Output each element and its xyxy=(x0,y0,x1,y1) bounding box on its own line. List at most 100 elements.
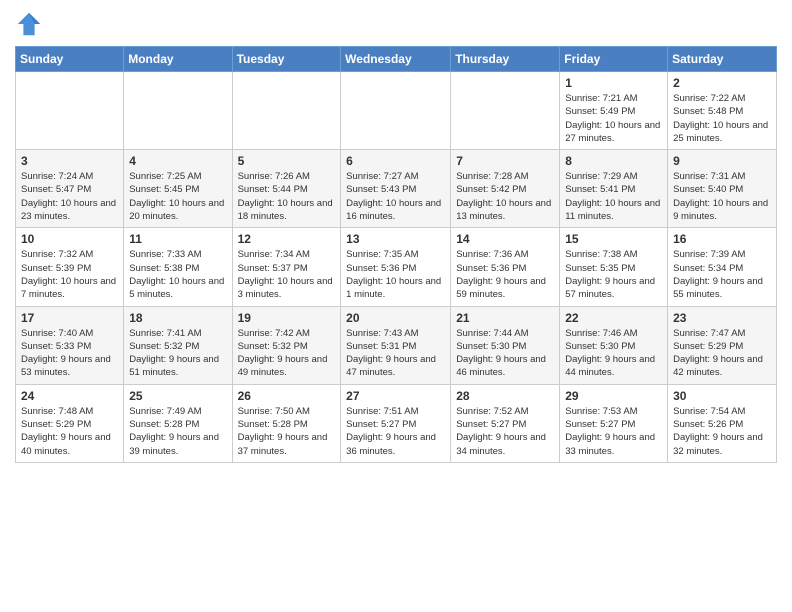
day-number: 26 xyxy=(238,389,336,403)
week-row-3: 17 Sunrise: 7:40 AMSunset: 5:33 PMDayligh… xyxy=(16,306,777,384)
day-info: Sunrise: 7:53 AMSunset: 5:27 PMDaylight:… xyxy=(565,405,662,458)
day-info: Sunrise: 7:48 AMSunset: 5:29 PMDaylight:… xyxy=(21,405,118,458)
calendar-header-row: SundayMondayTuesdayWednesdayThursdayFrid… xyxy=(16,47,777,72)
day-info: Sunrise: 7:51 AMSunset: 5:27 PMDaylight:… xyxy=(346,405,445,458)
day-number: 28 xyxy=(456,389,554,403)
day-cell: 9 Sunrise: 7:31 AMSunset: 5:40 PMDaylight… xyxy=(668,150,777,228)
day-cell: 25 Sunrise: 7:49 AMSunset: 5:28 PMDayligh… xyxy=(124,384,232,462)
day-number: 17 xyxy=(21,311,118,325)
day-number: 13 xyxy=(346,232,445,246)
day-cell: 18 Sunrise: 7:41 AMSunset: 5:32 PMDayligh… xyxy=(124,306,232,384)
day-cell: 8 Sunrise: 7:29 AMSunset: 5:41 PMDaylight… xyxy=(560,150,668,228)
day-cell: 23 Sunrise: 7:47 AMSunset: 5:29 PMDayligh… xyxy=(668,306,777,384)
day-cell xyxy=(16,72,124,150)
day-info: Sunrise: 7:50 AMSunset: 5:28 PMDaylight:… xyxy=(238,405,336,458)
header-friday: Friday xyxy=(560,47,668,72)
day-info: Sunrise: 7:31 AMSunset: 5:40 PMDaylight:… xyxy=(673,170,771,223)
day-number: 10 xyxy=(21,232,118,246)
day-number: 2 xyxy=(673,76,771,90)
day-cell: 16 Sunrise: 7:39 AMSunset: 5:34 PMDayligh… xyxy=(668,228,777,306)
day-info: Sunrise: 7:27 AMSunset: 5:43 PMDaylight:… xyxy=(346,170,445,223)
header-saturday: Saturday xyxy=(668,47,777,72)
day-cell: 15 Sunrise: 7:38 AMSunset: 5:35 PMDayligh… xyxy=(560,228,668,306)
day-info: Sunrise: 7:41 AMSunset: 5:32 PMDaylight:… xyxy=(129,327,226,380)
day-info: Sunrise: 7:35 AMSunset: 5:36 PMDaylight:… xyxy=(346,248,445,301)
day-info: Sunrise: 7:54 AMSunset: 5:26 PMDaylight:… xyxy=(673,405,771,458)
day-cell: 21 Sunrise: 7:44 AMSunset: 5:30 PMDayligh… xyxy=(451,306,560,384)
day-info: Sunrise: 7:32 AMSunset: 5:39 PMDaylight:… xyxy=(21,248,118,301)
logo xyxy=(15,10,47,38)
week-row-4: 24Sunrise: 7:48 AMSunset: 5:29 PMDayligh… xyxy=(16,384,777,462)
day-info: Sunrise: 7:47 AMSunset: 5:29 PMDaylight:… xyxy=(673,327,771,380)
week-row-2: 10 Sunrise: 7:32 AMSunset: 5:39 PMDayligh… xyxy=(16,228,777,306)
day-info: Sunrise: 7:36 AMSunset: 5:36 PMDaylight:… xyxy=(456,248,554,301)
day-info: Sunrise: 7:26 AMSunset: 5:44 PMDaylight:… xyxy=(238,170,336,223)
day-number: 9 xyxy=(673,154,771,168)
day-number: 12 xyxy=(238,232,336,246)
week-row-1: 3 Sunrise: 7:24 AMSunset: 5:47 PMDaylight… xyxy=(16,150,777,228)
day-number: 23 xyxy=(673,311,771,325)
day-cell: 11 Sunrise: 7:33 AMSunset: 5:38 PMDayligh… xyxy=(124,228,232,306)
day-info: Sunrise: 7:46 AMSunset: 5:30 PMDaylight:… xyxy=(565,327,662,380)
day-info: Sunrise: 7:33 AMSunset: 5:38 PMDaylight:… xyxy=(129,248,226,301)
day-number: 11 xyxy=(129,232,226,246)
day-info: Sunrise: 7:44 AMSunset: 5:30 PMDaylight:… xyxy=(456,327,554,380)
page: SundayMondayTuesdayWednesdayThursdayFrid… xyxy=(0,0,792,612)
day-cell: 2 Sunrise: 7:22 AMSunset: 5:48 PMDaylight… xyxy=(668,72,777,150)
day-number: 15 xyxy=(565,232,662,246)
day-info: Sunrise: 7:38 AMSunset: 5:35 PMDaylight:… xyxy=(565,248,662,301)
day-info: Sunrise: 7:49 AMSunset: 5:28 PMDaylight:… xyxy=(129,405,226,458)
day-info: Sunrise: 7:25 AMSunset: 5:45 PMDaylight:… xyxy=(129,170,226,223)
day-cell: 1 Sunrise: 7:21 AMSunset: 5:49 PMDaylight… xyxy=(560,72,668,150)
day-cell: 28 Sunrise: 7:52 AMSunset: 5:27 PMDayligh… xyxy=(451,384,560,462)
day-number: 7 xyxy=(456,154,554,168)
day-cell: 30 Sunrise: 7:54 AMSunset: 5:26 PMDayligh… xyxy=(668,384,777,462)
day-cell: 3 Sunrise: 7:24 AMSunset: 5:47 PMDaylight… xyxy=(16,150,124,228)
day-number: 3 xyxy=(21,154,118,168)
day-info: Sunrise: 7:43 AMSunset: 5:31 PMDaylight:… xyxy=(346,327,445,380)
day-info: Sunrise: 7:52 AMSunset: 5:27 PMDaylight:… xyxy=(456,405,554,458)
day-cell: 6 Sunrise: 7:27 AMSunset: 5:43 PMDaylight… xyxy=(341,150,451,228)
day-cell: 13 Sunrise: 7:35 AMSunset: 5:36 PMDayligh… xyxy=(341,228,451,306)
day-cell xyxy=(124,72,232,150)
day-cell: 10 Sunrise: 7:32 AMSunset: 5:39 PMDayligh… xyxy=(16,228,124,306)
day-info: Sunrise: 7:28 AMSunset: 5:42 PMDaylight:… xyxy=(456,170,554,223)
day-number: 30 xyxy=(673,389,771,403)
day-info: Sunrise: 7:40 AMSunset: 5:33 PMDaylight:… xyxy=(21,327,118,380)
day-number: 8 xyxy=(565,154,662,168)
logo-icon xyxy=(15,10,43,38)
day-number: 27 xyxy=(346,389,445,403)
header xyxy=(15,10,777,38)
header-wednesday: Wednesday xyxy=(341,47,451,72)
day-info: Sunrise: 7:29 AMSunset: 5:41 PMDaylight:… xyxy=(565,170,662,223)
day-info: Sunrise: 7:34 AMSunset: 5:37 PMDaylight:… xyxy=(238,248,336,301)
header-thursday: Thursday xyxy=(451,47,560,72)
day-cell: 26 Sunrise: 7:50 AMSunset: 5:28 PMDayligh… xyxy=(232,384,341,462)
day-cell: 29Sunrise: 7:53 AMSunset: 5:27 PMDayligh… xyxy=(560,384,668,462)
day-cell: 22Sunrise: 7:46 AMSunset: 5:30 PMDayligh… xyxy=(560,306,668,384)
day-info: Sunrise: 7:22 AMSunset: 5:48 PMDaylight:… xyxy=(673,92,771,145)
header-tuesday: Tuesday xyxy=(232,47,341,72)
day-number: 21 xyxy=(456,311,554,325)
calendar-table: SundayMondayTuesdayWednesdayThursdayFrid… xyxy=(15,46,777,463)
header-monday: Monday xyxy=(124,47,232,72)
day-cell: 24Sunrise: 7:48 AMSunset: 5:29 PMDayligh… xyxy=(16,384,124,462)
day-cell: 20 Sunrise: 7:43 AMSunset: 5:31 PMDayligh… xyxy=(341,306,451,384)
day-number: 25 xyxy=(129,389,226,403)
day-number: 20 xyxy=(346,311,445,325)
day-cell: 14Sunrise: 7:36 AMSunset: 5:36 PMDayligh… xyxy=(451,228,560,306)
day-info: Sunrise: 7:21 AMSunset: 5:49 PMDaylight:… xyxy=(565,92,662,145)
day-cell: 4Sunrise: 7:25 AMSunset: 5:45 PMDaylight… xyxy=(124,150,232,228)
day-info: Sunrise: 7:39 AMSunset: 5:34 PMDaylight:… xyxy=(673,248,771,301)
day-number: 16 xyxy=(673,232,771,246)
day-cell xyxy=(232,72,341,150)
day-info: Sunrise: 7:24 AMSunset: 5:47 PMDaylight:… xyxy=(21,170,118,223)
day-cell: 27 Sunrise: 7:51 AMSunset: 5:27 PMDayligh… xyxy=(341,384,451,462)
day-cell: 19Sunrise: 7:42 AMSunset: 5:32 PMDayligh… xyxy=(232,306,341,384)
day-cell: 17 Sunrise: 7:40 AMSunset: 5:33 PMDayligh… xyxy=(16,306,124,384)
header-sunday: Sunday xyxy=(16,47,124,72)
day-number: 18 xyxy=(129,311,226,325)
day-number: 6 xyxy=(346,154,445,168)
day-number: 1 xyxy=(565,76,662,90)
day-cell xyxy=(341,72,451,150)
